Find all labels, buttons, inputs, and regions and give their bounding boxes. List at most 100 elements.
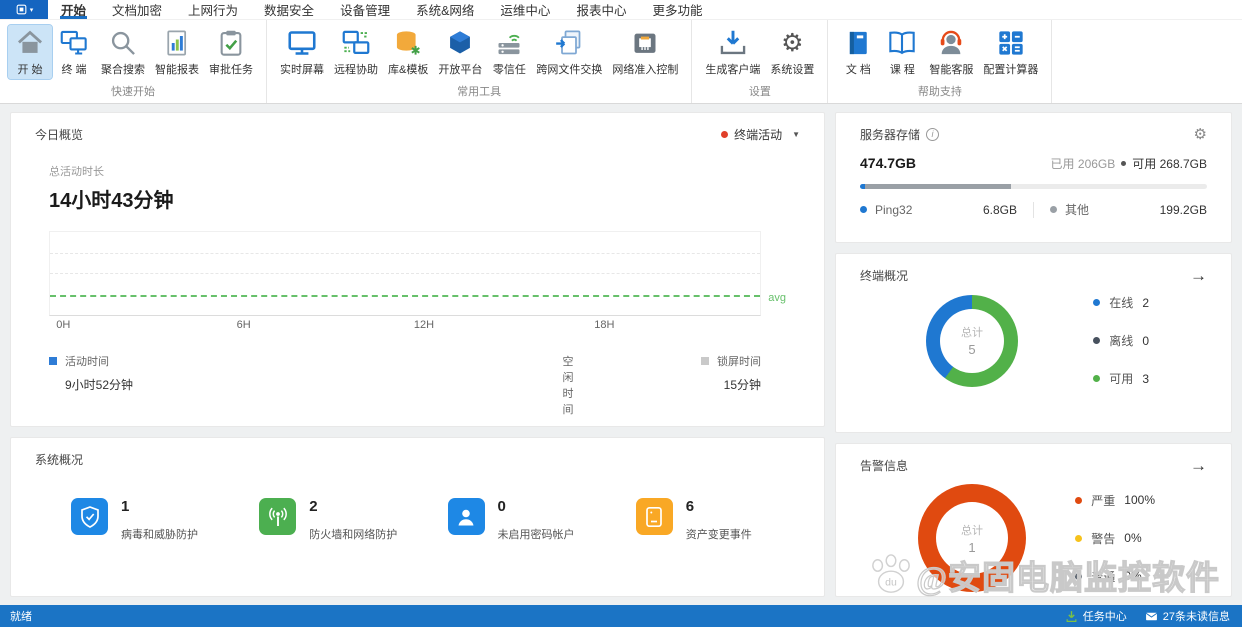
activity-filter-dropdown[interactable]: 终端活动 ▼ bbox=[721, 126, 800, 143]
ribbon-item-智能报表[interactable]: 智能报表 bbox=[150, 25, 204, 79]
tab-系统&网络[interactable]: 系统&网络 bbox=[403, 0, 487, 19]
download-icon bbox=[1066, 610, 1077, 622]
unread-messages-button[interactable]: 27条未读信息 bbox=[1145, 608, 1230, 624]
ribbon-item-label: 远程协助 bbox=[334, 64, 378, 76]
tab-更多功能[interactable]: 更多功能 bbox=[639, 0, 715, 19]
divider bbox=[1033, 201, 1034, 218]
stat-value: 2 bbox=[309, 498, 318, 515]
tab-开始[interactable]: 开始 bbox=[48, 0, 99, 19]
ribbon-item-跨网文件交换[interactable]: 跨网文件交换 bbox=[531, 25, 607, 79]
legend-value: 100% bbox=[1124, 493, 1155, 507]
ribbon-item-label: 智能客服 bbox=[929, 64, 974, 76]
alert-legend-item-普通: 普通 0% bbox=[1075, 568, 1155, 585]
ribbon-item-智能客服[interactable]: 智能客服 bbox=[924, 25, 978, 79]
ribbon-item-label: 审批任务 bbox=[209, 64, 253, 76]
ribbon-group: 文 档 课 程 智能客服 配置计算器 帮助支持 bbox=[828, 20, 1053, 103]
ribbon-item-系统设置[interactable]: ⚙ 系统设置 bbox=[765, 25, 819, 79]
info-icon[interactable]: i bbox=[926, 127, 940, 141]
ribbon-item-生成客户端[interactable]: 生成客户端 bbox=[700, 25, 765, 79]
ribbon-item-聚合搜索[interactable]: 聚合搜索 bbox=[96, 25, 150, 79]
ribbon-item-远程协助[interactable]: 远程协助 bbox=[329, 25, 383, 79]
system-stat-资产变更事件[interactable]: 6 资产变更事件 bbox=[635, 498, 824, 542]
stat-value: 6 bbox=[685, 498, 695, 515]
ribbon-item-课程[interactable]: 课 程 bbox=[880, 25, 924, 79]
legend-label: 离线 bbox=[1109, 334, 1134, 348]
today-overview-panel: 今日概览 终端活动 ▼ 总活动时长 14小时43分钟 avg 0H 6H 12H 18… bbox=[10, 112, 825, 427]
legend-label: 可用 bbox=[1109, 372, 1134, 386]
ribbon-item-实时屏幕[interactable]: 实时屏幕 bbox=[275, 25, 329, 79]
alerts-panel: 告警信息 → 总计 1 严重 100% 警告 0% 普通 0% bbox=[835, 443, 1232, 597]
stat-label: 未启用密码帐户 bbox=[497, 529, 575, 541]
mail-icon bbox=[1145, 612, 1157, 620]
tab-报表中心[interactable]: 报表中心 bbox=[563, 0, 639, 19]
calculator-icon bbox=[996, 28, 1026, 58]
panel-title: 系统概况 bbox=[35, 453, 84, 467]
ribbon-item-开始[interactable]: 开 始 bbox=[7, 24, 53, 80]
stat-label: 防火墙和网络防护 bbox=[309, 529, 398, 541]
storage-used: 已用 206GB bbox=[1050, 157, 1116, 171]
chart-x-axis: 0H 6H 12H 18H bbox=[49, 319, 761, 335]
ribbon-item-文档[interactable]: 文 档 bbox=[836, 25, 880, 79]
stat-value: 1 bbox=[121, 498, 130, 515]
total-activity-label: 总活动时长 bbox=[49, 166, 104, 178]
dot-icon bbox=[1075, 572, 1083, 580]
tab-设备管理[interactable]: 设备管理 bbox=[327, 0, 403, 19]
remote-icon bbox=[341, 28, 371, 58]
ribbon-item-审批任务[interactable]: 审批任务 bbox=[204, 25, 258, 79]
system-stat-病毒和威胁防护[interactable]: 1 病毒和威胁防护 bbox=[71, 498, 259, 542]
ribbon-item-label: 开放平台 bbox=[438, 64, 483, 76]
ribbon-group-label: 设置 bbox=[748, 86, 771, 98]
shield-check-icon bbox=[71, 498, 108, 535]
system-stat-防火墙和网络防护[interactable]: 2 防火墙和网络防护 bbox=[259, 498, 447, 542]
arrow-right-icon[interactable]: → bbox=[1190, 457, 1207, 474]
total-activity-value: 14小时43分钟 bbox=[49, 190, 174, 212]
storage-item-label: Ping32 bbox=[875, 202, 913, 217]
right-column: 服务器存储 i ⚙ 474.7GB 已用 206GB 可用 268.7GB Pi… bbox=[835, 112, 1232, 597]
chart-legend: 活动时间 9小时52分钟 空闲时间4小时36分钟 锁屏时间 15分钟 bbox=[49, 353, 761, 426]
stat-value: 0 bbox=[497, 498, 506, 515]
ribbon-item-label: 配置计算器 bbox=[983, 64, 1039, 76]
ribbon-item-开放平台[interactable]: 开放平台 bbox=[433, 25, 487, 79]
stat-label: 资产变更事件 bbox=[685, 529, 752, 541]
dot-icon bbox=[1075, 534, 1083, 542]
gear-icon: ⚙ bbox=[781, 28, 804, 57]
user-icon bbox=[447, 498, 485, 535]
ribbon-group-label: 快速开始 bbox=[111, 86, 155, 98]
task-center-button[interactable]: 任务中心 bbox=[1065, 608, 1127, 624]
status-ready: 就绪 bbox=[10, 611, 32, 623]
ribbon-item-网络准入控制[interactable]: 网络准入控制 bbox=[607, 25, 683, 79]
app-logo-icon bbox=[16, 4, 27, 15]
legend-value: 0% bbox=[1124, 531, 1142, 545]
dot-icon bbox=[860, 206, 867, 213]
tab-上网行为[interactable]: 上网行为 bbox=[175, 0, 251, 19]
exchange-icon bbox=[554, 28, 584, 58]
menu-bar: ▾ 开始 文档加密 上网行为 数据安全 设备管理 系统&网络 运维中心 报表中心 更多功能 bbox=[0, 0, 1242, 20]
legend-label: 警告 bbox=[1091, 531, 1116, 546]
ribbon-item-终端[interactable]: 终 端 bbox=[52, 25, 96, 79]
ribbon-item-label: 实时屏幕 bbox=[280, 64, 324, 76]
legend-label: 在线 bbox=[1109, 296, 1134, 310]
storage-item-Ping32: Ping32 6.8GB bbox=[860, 203, 1017, 217]
service-icon bbox=[936, 28, 966, 58]
tab-数据安全[interactable]: 数据安全 bbox=[251, 0, 327, 19]
system-stat-未启用密码帐户[interactable]: 0 未启用密码帐户 bbox=[447, 498, 636, 542]
system-stats: 1 病毒和威胁防护 2 防火墙和网络防护 0 未启用密码帐户 6 资产变更事件 bbox=[11, 468, 824, 542]
dot-icon bbox=[1050, 206, 1057, 213]
ribbon-item-库&模板[interactable]: 库&模板 bbox=[383, 25, 433, 79]
chart-plot-area[interactable]: avg bbox=[49, 231, 786, 316]
main-content: 今日概览 终端活动 ▼ 总活动时长 14小时43分钟 avg 0H 6H 12H 18… bbox=[0, 104, 1242, 605]
app-menu-button[interactable]: ▾ bbox=[0, 0, 48, 19]
tab-运维中心[interactable]: 运维中心 bbox=[487, 0, 563, 19]
ribbon-item-label: 生成客户端 bbox=[705, 64, 761, 76]
terminal-legend: 在线 2 离线 0 可用 3 bbox=[1093, 294, 1149, 387]
terminal-donut-chart: 总计 5 bbox=[926, 294, 1018, 387]
ribbon-item-label: 文 档 bbox=[845, 64, 871, 76]
panel-title: 服务器存储 bbox=[860, 127, 921, 142]
arrow-right-icon[interactable]: → bbox=[1190, 267, 1207, 284]
tab-文档加密[interactable]: 文档加密 bbox=[99, 0, 175, 19]
ribbon-group: 开 始 终 端 聚合搜索 智能报表 审批任务快速开始 bbox=[0, 20, 267, 103]
ribbon-item-零信任[interactable]: 零信任 bbox=[487, 25, 531, 79]
gear-icon[interactable]: ⚙ bbox=[1194, 125, 1207, 143]
home-icon bbox=[15, 28, 45, 58]
ribbon-item-配置计算器[interactable]: 配置计算器 bbox=[978, 25, 1043, 79]
